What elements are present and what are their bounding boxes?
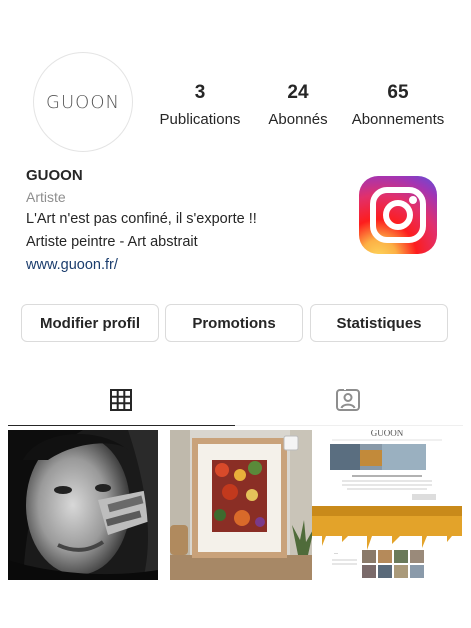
- stat-publications-count: 3: [194, 82, 206, 103]
- profile-category: Artiste: [26, 189, 66, 205]
- stat-followers-count: 24: [287, 82, 309, 103]
- tab-active-indicator: [8, 425, 235, 426]
- stat-followers[interactable]: 24 Abonnés: [248, 82, 348, 130]
- bio-line-1: L'Art n'est pas confiné, il s'exporte !!: [26, 211, 257, 227]
- grid-icon: [110, 389, 132, 411]
- post-website-screenshot[interactable]: GUOON —: [312, 430, 462, 580]
- portrait-photo: [8, 430, 158, 580]
- instagram-logo-icon: [359, 176, 437, 254]
- tab-tagged[interactable]: [231, 384, 465, 416]
- tab-grid[interactable]: [4, 384, 238, 416]
- website-screenshot-image: GUOON —: [312, 430, 462, 580]
- stat-following[interactable]: 65 Abonnements: [350, 82, 446, 130]
- tab-divider: [235, 425, 463, 426]
- website-header-text: GUOON: [371, 430, 404, 438]
- statistics-button[interactable]: Statistiques: [310, 304, 448, 342]
- stat-following-count: 65: [387, 82, 409, 103]
- tagged-icon: [336, 387, 360, 411]
- avatar-text: GUOON: [46, 91, 120, 113]
- stat-following-label: Abonnements: [351, 111, 445, 128]
- website-link[interactable]: www.guoon.fr/: [26, 254, 346, 277]
- stat-followers-label: Abonnés: [268, 111, 328, 128]
- profile-name: GUOON: [26, 167, 83, 184]
- framed-painting-photo: [170, 430, 320, 580]
- edit-profile-button[interactable]: Modifier profil: [21, 304, 159, 342]
- post-framed-painting[interactable]: [170, 430, 320, 580]
- profile-bio: GUOON Artiste L'Art n'est pas confiné, i…: [26, 166, 346, 277]
- stat-publications[interactable]: 3 Publications: [150, 82, 250, 130]
- post-portrait[interactable]: [8, 430, 158, 580]
- bio-line-2: Artiste peintre - Art abstrait: [26, 234, 198, 250]
- promotions-button[interactable]: Promotions: [165, 304, 303, 342]
- avatar[interactable]: GUOON: [33, 52, 133, 152]
- svg-text:—: —: [334, 550, 338, 555]
- stat-publications-label: Publications: [159, 111, 241, 128]
